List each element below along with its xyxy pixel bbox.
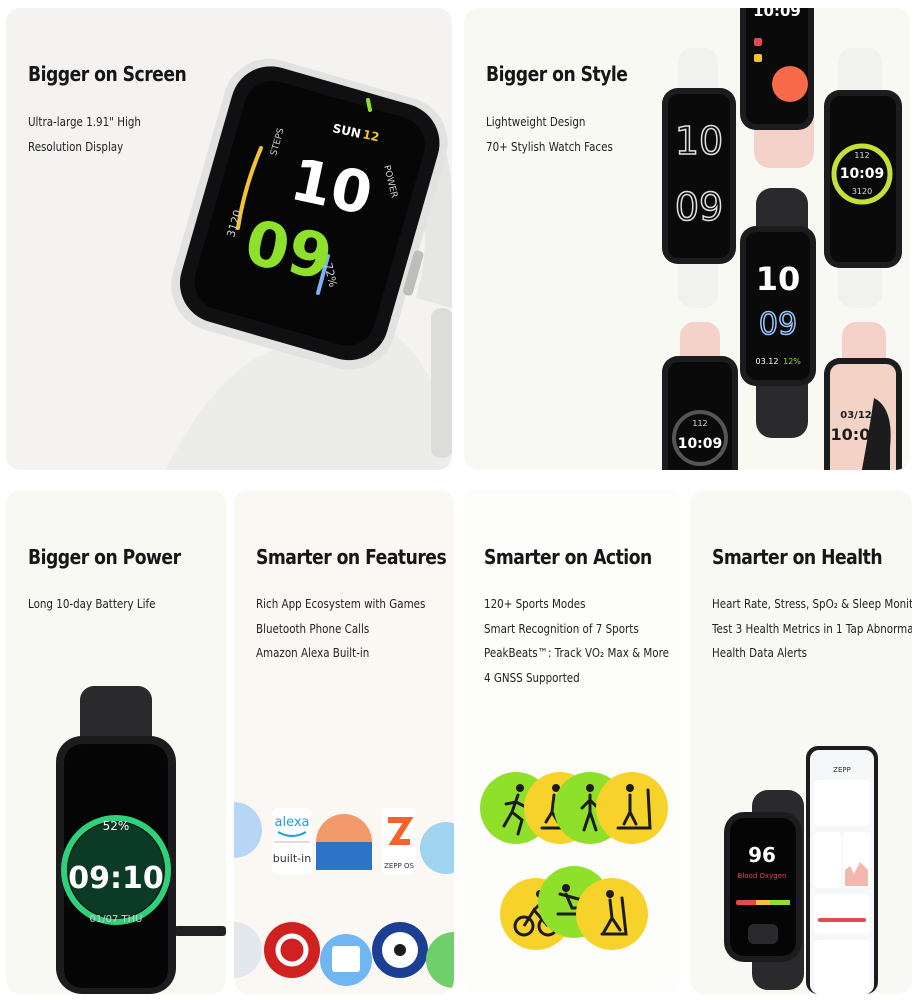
spo2-value: 96 — [748, 843, 776, 867]
face-minute: 09 — [675, 185, 723, 229]
app-icon — [264, 922, 320, 978]
battery-percent: 52% — [103, 819, 130, 833]
time-display: 09:10 — [68, 861, 164, 896]
alexa-sublabel: built-in — [273, 852, 311, 865]
date-display: 01/07 THU — [90, 914, 143, 925]
face-date: 03/12 — [840, 410, 872, 421]
panel-style: Bigger on Style Lightweight Design 70+ S… — [464, 8, 910, 470]
zepp-label: ZEPP OS — [384, 862, 414, 870]
app-icon — [420, 822, 454, 874]
watch-image: STEPS 3120 SUN 12 POWER 72% 10 09 — [166, 58, 452, 470]
panel-screen: Bigger on Screen Ultra-large 1.91" High … — [6, 8, 452, 470]
indoor-walk-icon — [596, 772, 668, 844]
face-minute: 09 — [759, 307, 797, 342]
face-time: 10:09 — [678, 436, 723, 452]
panel-health: Smarter on Health Heart Rate, Stress, Sp… — [690, 490, 912, 994]
face-heart-rate: 112 — [854, 151, 869, 160]
alexa-logo: alexa — [274, 815, 309, 830]
health-devices: ZEPP 96 Blood Oxygen — [724, 746, 878, 994]
app-icon — [426, 932, 454, 988]
app-icon — [234, 802, 262, 858]
elliptical-icon — [576, 878, 648, 950]
face-date: 03.12 — [756, 357, 779, 366]
phone-app-brand: ZEPP — [833, 766, 851, 774]
face-time: 10:09 — [831, 425, 882, 444]
sports-icons — [480, 772, 668, 950]
panel-action: Smarter on Action 120+ Sports Modes Smar… — [462, 490, 682, 994]
face-hour: 10 — [756, 260, 801, 298]
app-icon — [234, 922, 262, 978]
face-steps: 3120 — [852, 187, 872, 196]
watch-collage: 10:09 10 09 112 10:09 3120 10 09 03.12 1… — [662, 8, 902, 470]
face-heart-rate: 112 — [692, 419, 707, 428]
panel-features: Smarter on Features Rich App Ecosystem w… — [234, 490, 454, 994]
face-hour: 10 — [675, 119, 723, 163]
watch-image: 52% 09:10 01/07 THU — [56, 686, 226, 994]
face-percent: 12% — [783, 357, 801, 366]
face-time: 10:09 — [840, 166, 885, 182]
panel-power: Bigger on Power Long 10-day Battery Life… — [6, 490, 226, 994]
spo2-label: Blood Oxygen — [738, 872, 787, 880]
app-grid: alexa built-in ZEPP OS — [234, 802, 454, 988]
face-time: 10:09 — [753, 8, 801, 20]
